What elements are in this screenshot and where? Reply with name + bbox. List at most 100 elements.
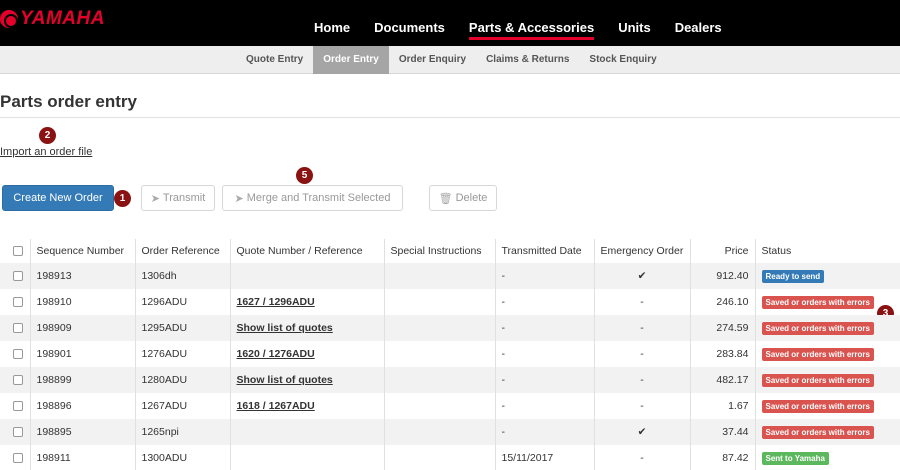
header-emergency-order[interactable]: Emergency Order (593, 239, 690, 263)
table-row[interactable]: 198910 1296ADU 1627 / 1296ADU - -246.10 Saved… (0, 289, 900, 315)
transmitted-date-cell: - (494, 315, 594, 341)
status-badge: Saved or orders with errors (761, 321, 874, 335)
table-row[interactable]: 198896 1267ADU 1618 / 1267ADU - -1.67 Saved o… (0, 393, 900, 419)
quote-link[interactable]: 1620 / 1276ADU (237, 348, 315, 360)
send-icon: ➤ (150, 192, 160, 205)
row-checkbox[interactable] (12, 401, 23, 412)
subnav-order-enquiry[interactable]: Order Enquiry (389, 46, 476, 74)
row-checkbox[interactable] (12, 349, 23, 360)
status-cell: Saved or orders with errors (754, 341, 900, 367)
nav-documents[interactable]: Documents (374, 0, 445, 46)
table-row[interactable]: 198909 1295ADU Show list of quotes - -274.59… (0, 315, 900, 341)
transmitted-date-cell: - (494, 289, 594, 315)
price-cell: 912.40 (689, 263, 755, 289)
delete-button[interactable]: 🗑 Delete (429, 185, 497, 211)
sequence-number-cell: 198910 (29, 289, 135, 315)
subnav-quote-entry[interactable]: Quote Entry (236, 46, 313, 74)
nav-home[interactable]: Home (314, 0, 350, 46)
delete-label: Delete (455, 192, 488, 204)
tuning-fork-emblem-icon (0, 10, 18, 28)
header-transmitted-date[interactable]: Transmitted Date (494, 239, 594, 263)
emergency-order-cell: ✔ (593, 419, 690, 445)
price-cell: 283.84 (689, 341, 755, 367)
transmitted-date-cell: - (494, 341, 594, 367)
special-instructions-cell (383, 263, 495, 289)
row-checkbox[interactable] (12, 271, 23, 282)
emergency-order-cell: ✔ (593, 263, 690, 289)
row-checkbox[interactable] (12, 453, 23, 464)
price-cell: 274.59 (689, 315, 755, 341)
quote-link[interactable]: Show list of quotes (237, 374, 333, 386)
nav-parts-accessories[interactable]: Parts & Accessories (468, 0, 595, 46)
trash-icon: 🗑 (438, 192, 453, 205)
subnav-stock-enquiry[interactable]: Stock Enquiry (579, 46, 666, 74)
transmit-button[interactable]: ➤ Transmit (141, 185, 215, 211)
quote-number-cell: 1627 / 1296ADU (229, 289, 384, 315)
header-status[interactable]: Status (754, 239, 900, 263)
subnav-claims-returns[interactable]: Claims & Returns (476, 46, 579, 74)
sequence-number-cell: 198895 (29, 419, 135, 445)
order-reference-cell: 1276ADU (134, 341, 230, 367)
header-sequence-number[interactable]: Sequence Number (29, 239, 135, 263)
row-checkbox[interactable] (12, 323, 23, 334)
status-cell: Saved or orders with errors (754, 315, 900, 341)
row-select-cell (0, 419, 30, 445)
row-checkbox[interactable] (12, 427, 23, 438)
table-row[interactable]: 198911 1300ADU 15/11/2017-87.42 Sent to Yam… (0, 445, 900, 470)
select-all-cell (0, 239, 30, 263)
emergency-order-cell: - (593, 315, 690, 341)
quote-link[interactable]: Show list of quotes (237, 322, 333, 334)
nav-units[interactable]: Units (618, 0, 651, 46)
sequence-number-cell: 198909 (29, 315, 135, 341)
page-title: Parts order entry (0, 92, 137, 111)
table-row[interactable]: 198899 1280ADU Show list of quotes - -482.17… (0, 367, 900, 393)
select-all-checkbox[interactable] (12, 246, 23, 257)
status-badge: Saved or orders with errors (761, 425, 874, 439)
yamaha-logo[interactable]: YAMAHA (0, 6, 105, 32)
transmitted-date-cell: - (494, 419, 594, 445)
transmitted-date-cell: - (494, 263, 594, 289)
quote-number-cell (229, 445, 384, 470)
order-reference-cell: 1296ADU (134, 289, 230, 315)
row-checkbox[interactable] (12, 375, 23, 386)
special-instructions-cell (383, 419, 495, 445)
order-reference-cell: 1295ADU (134, 315, 230, 341)
quote-link[interactable]: 1618 / 1267ADU (237, 400, 315, 412)
header-quote-number[interactable]: Quote Number / Reference (229, 239, 384, 263)
price-cell: 1.67 (689, 393, 755, 419)
row-select-cell (0, 263, 30, 289)
quote-number-cell: 1620 / 1276ADU (229, 341, 384, 367)
quote-link[interactable]: 1627 / 1296ADU (237, 296, 315, 308)
emergency-order-cell: - (593, 445, 690, 470)
merge-transmit-button[interactable]: ➤ Merge and Transmit Selected (222, 185, 403, 211)
transmitted-date-cell: - (494, 367, 594, 393)
annotation-badge-5: 5 (296, 167, 313, 184)
nav-dealers[interactable]: Dealers (675, 0, 722, 46)
header-special-instructions[interactable]: Special Instructions (383, 239, 495, 263)
status-badge: Saved or orders with errors (761, 373, 874, 387)
orders-table: Sequence Number Order Reference Quote Nu… (0, 239, 900, 470)
header-order-reference[interactable]: Order Reference (134, 239, 230, 263)
row-select-cell (0, 367, 30, 393)
subnav-order-entry[interactable]: Order Entry (313, 46, 389, 74)
status-badge: Saved or orders with errors (761, 295, 874, 309)
table-row[interactable]: 198895 1265npi - ✔ 37.44 Saved or orders with… (0, 419, 900, 445)
table-row[interactable]: 198913 1306dh - ✔ 912.40 Ready to send (0, 263, 900, 289)
row-checkbox[interactable] (12, 297, 23, 308)
order-reference-cell: 1280ADU (134, 367, 230, 393)
sequence-number-cell: 198901 (29, 341, 135, 367)
order-reference-cell: 1265npi (134, 419, 230, 445)
header-price[interactable]: Price (689, 239, 755, 263)
status-badge: Ready to send (761, 269, 825, 283)
status-badge: Sent to Yamaha (761, 451, 829, 465)
import-order-file-link[interactable]: Import an order file (0, 146, 92, 158)
status-cell: Saved or orders with errors (754, 289, 900, 315)
transmitted-date-cell: 15/11/2017 (494, 445, 594, 470)
table-row[interactable]: 198901 1276ADU 1620 / 1276ADU - -283.84 Saved… (0, 341, 900, 367)
status-cell: Saved or orders with errors (754, 419, 900, 445)
order-reference-cell: 1300ADU (134, 445, 230, 470)
main-nav: Home Documents Parts & Accessories Units… (314, 0, 746, 46)
sequence-number-cell: 198899 (29, 367, 135, 393)
create-new-order-button[interactable]: Create New Order (2, 185, 114, 211)
transmitted-date-cell: - (494, 393, 594, 419)
